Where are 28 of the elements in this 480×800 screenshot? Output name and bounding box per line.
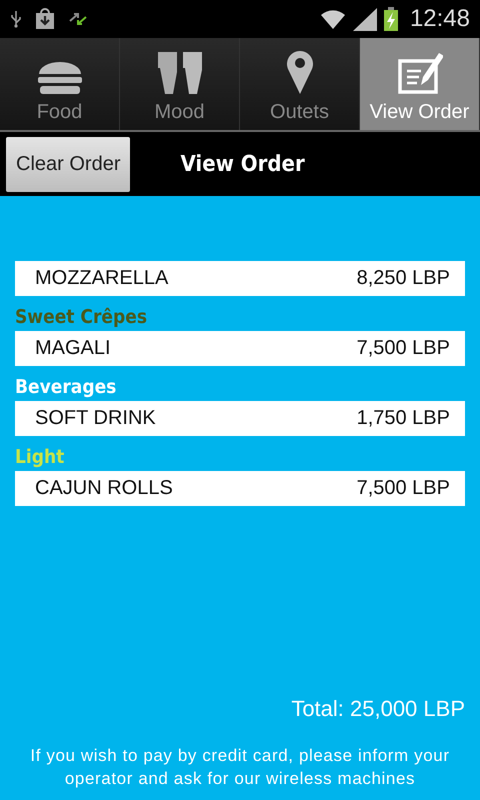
- download-bag-icon: [34, 8, 56, 30]
- quote-icon: [156, 51, 202, 95]
- clock-time: 12:48: [410, 5, 470, 33]
- item-name: MOZZARELLA: [35, 267, 168, 290]
- map-pin-icon: [286, 49, 314, 95]
- item-name: CAJUN ROLLS: [35, 477, 173, 500]
- signal-icon: [352, 7, 378, 31]
- section-title: Sweet Crêpes: [15, 305, 148, 330]
- item-name: SOFT DRINK: [35, 407, 156, 430]
- section-title: Light: [15, 445, 66, 470]
- wifi-icon: [320, 8, 346, 30]
- payment-note: If you wish to pay by credit card, please inform your operator and ask for our wireless machines: [29, 745, 451, 790]
- burger-icon: [36, 61, 82, 95]
- order-total: Total: 25,000 LBP: [290, 696, 465, 722]
- usb-icon: [10, 10, 22, 28]
- item-price: 1,750 LBP: [356, 407, 450, 430]
- clear-order-button[interactable]: Clear Order: [6, 136, 130, 192]
- sync-arrows-icon: [68, 11, 88, 27]
- tab[interactable]: Food: [0, 38, 120, 130]
- tab[interactable]: Mood: [120, 38, 240, 130]
- page-title: View Order: [180, 152, 305, 176]
- item-price: 7,500 LBP: [356, 477, 450, 500]
- item-name: MAGALI: [35, 337, 111, 360]
- tab[interactable]: Outets: [240, 38, 360, 130]
- tab[interactable]: View Order: [360, 38, 480, 130]
- item-price: 8,250 LBP: [356, 267, 450, 290]
- item-price: 7,500 LBP: [356, 337, 450, 360]
- section-title: Beverages: [15, 375, 118, 400]
